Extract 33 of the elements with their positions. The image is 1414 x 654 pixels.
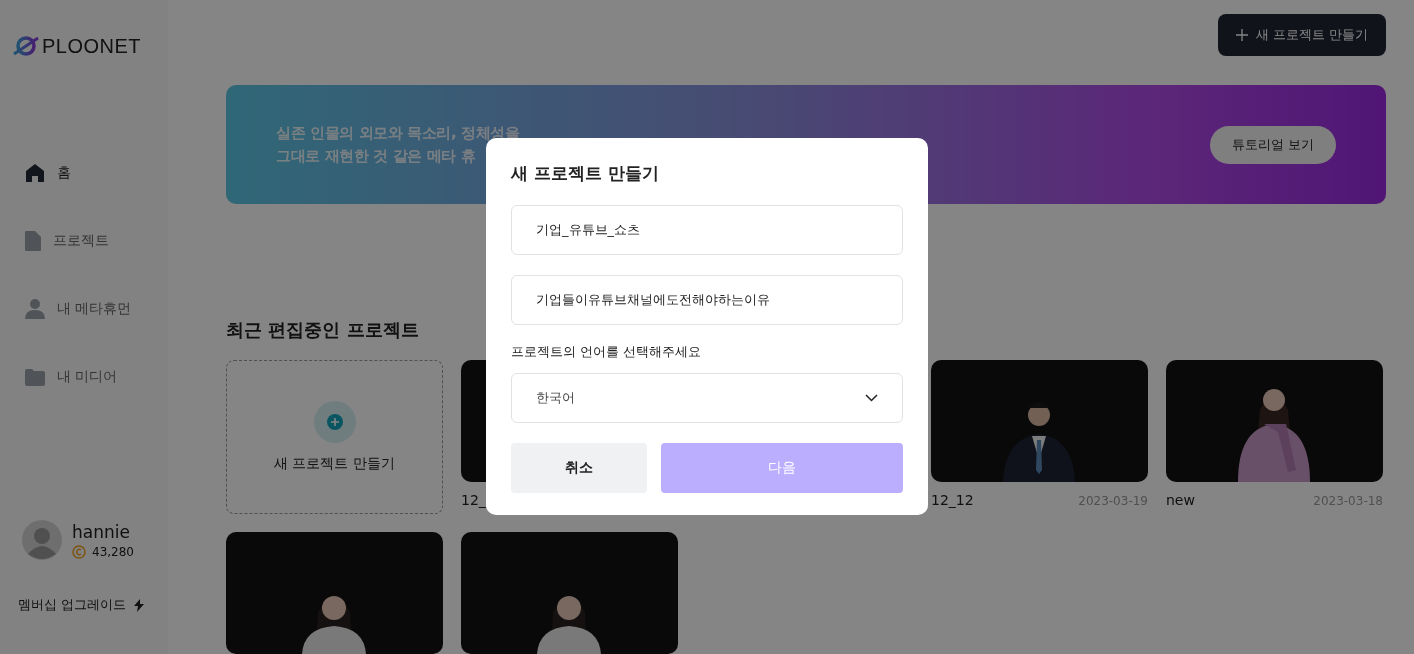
coin-icon	[72, 544, 86, 559]
nav-item[interactable]: 홈	[25, 162, 168, 184]
plus-icon	[1235, 29, 1248, 41]
logo-text: PLOONET	[42, 34, 142, 58]
project-title: 12_	[461, 492, 486, 508]
new-project-label: 새 프로젝트 만들기	[274, 455, 395, 473]
project-title: new	[1166, 492, 1195, 508]
language-select[interactable]: 한국어	[511, 372, 903, 423]
nav-item[interactable]: 내 미디어	[25, 366, 168, 388]
home-icon	[25, 163, 45, 183]
cancel-button[interactable]: 취소	[511, 442, 647, 493]
dialog-title: 새 프로젝트 만들기	[511, 161, 660, 185]
user-name: hannie	[72, 521, 131, 542]
lightning-icon	[134, 598, 145, 612]
project-title: 12_12	[931, 492, 974, 508]
tutorial-button[interactable]: 튜토리얼 보기	[1209, 125, 1336, 164]
avatar-icon	[22, 520, 62, 560]
person-icon	[25, 299, 45, 319]
file-icon	[25, 231, 41, 251]
folder-icon	[25, 368, 45, 386]
section-title: 최근 편집중인 프로젝트	[226, 318, 420, 342]
plus-circle-icon	[313, 401, 356, 443]
chevron-down-icon	[865, 393, 878, 402]
new-project-button[interactable]: 새 프로젝트 만들기	[1217, 14, 1386, 56]
input-field[interactable]: 기업들이유튜브채널에도전해야하는이유	[511, 274, 903, 325]
language-label: 프로젝트의 언어를 선택해주세요	[511, 342, 703, 361]
new-project-card[interactable]: 새 프로젝트 만들기	[226, 360, 443, 514]
upgrade-link[interactable]: 멤버십 업그레이드	[18, 596, 168, 614]
credit-count: 43,280	[92, 544, 134, 559]
logo-icon	[12, 34, 40, 58]
input-field[interactable]: 기업_유튜브_쇼츠	[511, 204, 903, 255]
nav-item[interactable]: 프로젝트	[25, 230, 168, 252]
nav-item[interactable]: 내 메타휴먼	[25, 298, 168, 320]
